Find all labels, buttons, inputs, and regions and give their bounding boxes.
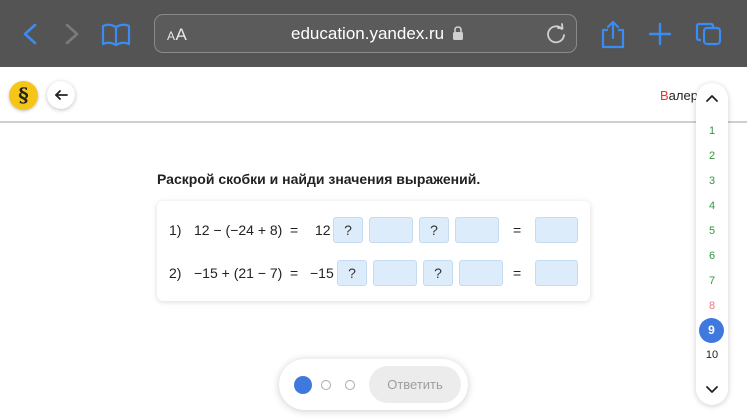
question-link-9-current[interactable]: 9 [699, 318, 724, 343]
browser-toolbar: AA education.yandex.ru [0, 0, 747, 67]
answer-input-2[interactable] [459, 260, 503, 286]
user-name-initial: В [660, 88, 669, 103]
equals-sign: = [513, 265, 522, 281]
yandex-education-logo[interactable]: § [9, 81, 38, 110]
scroll-up-button[interactable] [702, 88, 722, 108]
user-name-rest: алер [668, 88, 698, 103]
answer-input-1[interactable] [373, 260, 417, 286]
task-title: Раскрой скобки и найди значения выражени… [157, 171, 481, 187]
answer-button[interactable]: Ответить [369, 366, 461, 403]
question-navigator: 1 2 3 4 5 6 7 8 9 10 [696, 83, 728, 405]
answer-input-2[interactable] [455, 217, 499, 243]
question-link-1[interactable]: 1 [696, 125, 728, 137]
site-header: § Валер [0, 67, 747, 123]
url-text: education.yandex.ru [291, 24, 445, 43]
sign-select-2[interactable]: ? [419, 217, 449, 243]
result-input[interactable] [535, 217, 578, 243]
lock-icon [453, 26, 463, 40]
question-link-7[interactable]: 7 [696, 275, 728, 287]
task-card: 1) 12 − (−24 + 8) = 12 ? ? = 2) −15 + (2… [157, 201, 590, 301]
row-number: 1) [169, 222, 182, 238]
question-link-5[interactable]: 5 [696, 225, 728, 237]
back-button[interactable] [47, 81, 75, 109]
sign-select-1[interactable]: ? [337, 260, 367, 286]
chevron-up-icon [706, 94, 718, 102]
step-dot[interactable] [321, 380, 331, 390]
answer-input-1[interactable] [369, 217, 413, 243]
back-arrow-icon[interactable] [17, 19, 45, 49]
sign-select-1[interactable]: ? [333, 217, 363, 243]
question-link-3[interactable]: 3 [696, 175, 728, 187]
scroll-down-button[interactable] [702, 379, 722, 399]
row-number: 2) [169, 265, 182, 281]
leading-term: −15 [310, 265, 334, 281]
text-size-button[interactable]: AA [167, 25, 187, 45]
expression-row-1: 1) 12 − (−24 + 8) = 12 ? ? = [157, 217, 590, 243]
expression-text: 12 − (−24 + 8) [194, 222, 283, 238]
question-link-6[interactable]: 6 [696, 250, 728, 262]
user-name[interactable]: Валер [660, 88, 698, 103]
share-icon[interactable] [600, 19, 626, 49]
step-dot[interactable] [345, 380, 355, 390]
question-link-10[interactable]: 10 [696, 349, 728, 361]
step-dot-active[interactable] [294, 376, 312, 394]
arrow-left-icon [55, 90, 68, 100]
equals-sign: = [290, 222, 299, 238]
sign-select-2[interactable]: ? [423, 260, 453, 286]
expression-row-2: 2) −15 + (21 − 7) = −15 ? ? = [157, 260, 590, 286]
question-link-2[interactable]: 2 [696, 150, 728, 162]
equals-sign: = [290, 265, 299, 281]
chevron-down-icon [706, 385, 718, 393]
expression-text: −15 + (21 − 7) [194, 265, 283, 281]
tabs-overview-icon[interactable] [695, 19, 723, 49]
question-link-4[interactable]: 4 [696, 200, 728, 212]
result-input[interactable] [535, 260, 578, 286]
question-link-8[interactable]: 8 [696, 300, 728, 312]
address-bar[interactable]: AA education.yandex.ru [154, 14, 577, 53]
leading-term: 12 [315, 222, 331, 238]
bookmarks-book-icon[interactable] [100, 19, 132, 49]
reload-icon[interactable] [545, 23, 567, 45]
answer-controls: Ответить [279, 359, 468, 410]
equals-sign: = [513, 222, 522, 238]
new-tab-plus-icon[interactable] [647, 19, 673, 49]
forward-arrow-icon[interactable] [57, 19, 85, 49]
